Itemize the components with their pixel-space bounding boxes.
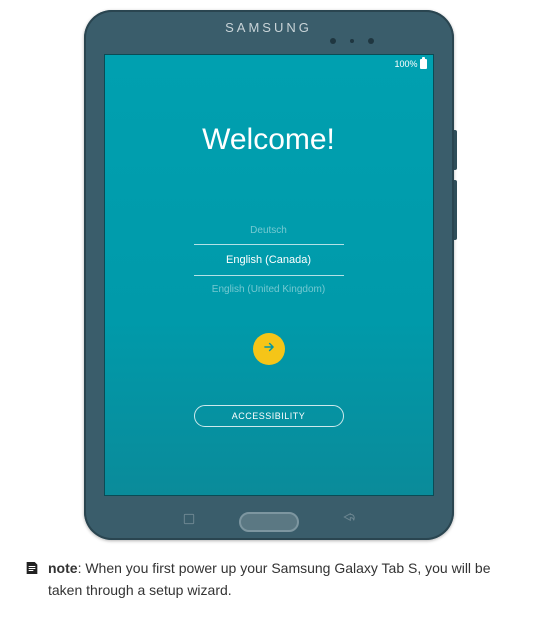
front-sensors [330,38,374,44]
arrow-right-icon [262,340,276,359]
next-button[interactable] [253,333,285,365]
status-bar: 100% [105,55,433,73]
tablet-device: SAMSUNG 100% Welcome! Deutsch English (C… [84,10,454,540]
language-option-selected[interactable]: English (Canada) [194,244,344,276]
language-option-next[interactable]: English (United Kingdom) [105,276,433,303]
volume-button[interactable] [454,180,457,240]
note-body: When you first power up your Samsung Gal… [48,560,491,598]
note-block: note: When you first power up your Samsu… [0,540,537,621]
device-brand: SAMSUNG [84,10,454,35]
note-icon [24,560,40,601]
welcome-title: Welcome! [105,123,433,157]
language-option-prev[interactable]: Deutsch [105,217,433,244]
accessibility-button[interactable]: ACCESSIBILITY [194,405,344,427]
device-screen: 100% Welcome! Deutsch English (Canada) E… [104,54,434,496]
battery-percentage: 100% [394,59,417,69]
home-button[interactable] [239,512,299,532]
battery-icon [420,59,427,69]
note-label: note [48,560,78,576]
language-picker[interactable]: Deutsch English (Canada) English (United… [105,217,433,303]
power-button[interactable] [454,130,457,170]
recent-apps-button[interactable] [181,511,197,532]
note-text: note: When you first power up your Samsu… [48,558,507,601]
back-button[interactable] [341,511,357,532]
